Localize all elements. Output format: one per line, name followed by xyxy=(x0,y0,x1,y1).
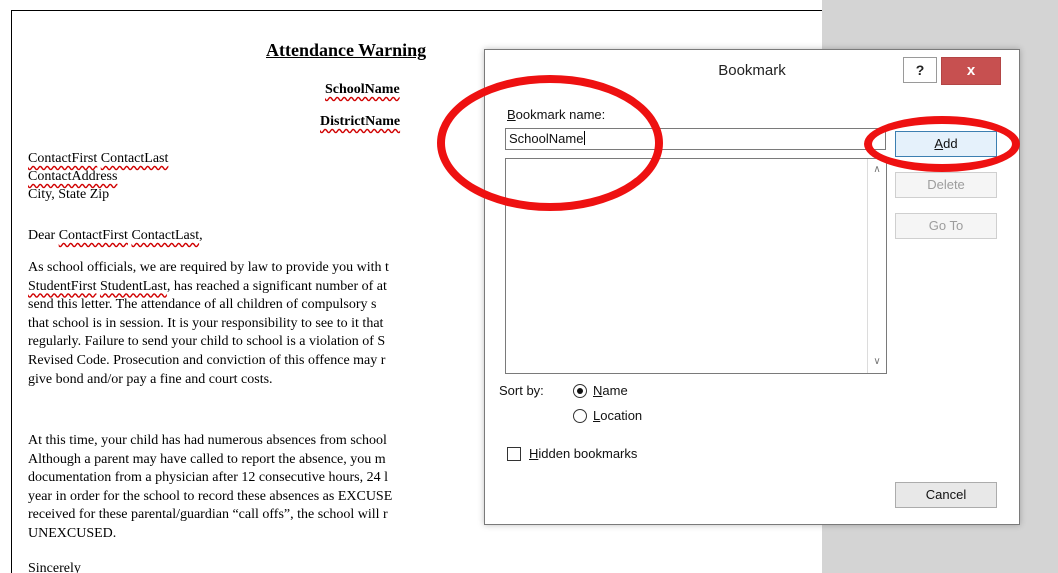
sort-by-label: Sort by: xyxy=(499,383,544,398)
document-text: send this letter. The attendance of all … xyxy=(28,297,377,313)
document-line: ContactAddress xyxy=(28,168,117,186)
document-line: received for these parental/guardian “ca… xyxy=(28,506,388,524)
document-text: Revised Code. Prosecution and conviction… xyxy=(28,353,386,368)
scroll-down-icon[interactable]: ∨ xyxy=(868,353,886,371)
help-button[interactable]: ? xyxy=(903,57,937,83)
document-text: Although a parent may have called to rep… xyxy=(28,451,386,467)
annotation-ellipse-name xyxy=(437,75,663,211)
document-line: City, State Zip xyxy=(28,186,109,204)
document-line: ContactFirst ContactLast xyxy=(28,150,168,168)
document-line: As school officials, we are required by … xyxy=(28,259,389,277)
merge-field-text: ContactFirst xyxy=(28,151,98,166)
document-line: Revised Code. Prosecution and conviction… xyxy=(28,352,385,370)
merge-field-text: ContactFirst xyxy=(58,228,128,243)
document-text: At this time, your child has had numerou… xyxy=(28,433,387,448)
document-text: regularly. Failure to send your child to… xyxy=(28,334,386,350)
document-line: give bond and/or pay a fine and court co… xyxy=(28,371,273,389)
document-line: documentation from a physician after 12 … xyxy=(28,469,388,487)
go-to-button[interactable]: Go To xyxy=(895,213,997,239)
document-text: Dear xyxy=(28,228,59,243)
document-text: , xyxy=(199,228,203,243)
document-text: give bond and/or pay a fine and court co… xyxy=(28,371,273,387)
delete-button[interactable]: Delete xyxy=(895,172,997,198)
document-line: Dear ContactFirst ContactLast, xyxy=(28,227,203,245)
document-line: send this letter. The attendance of all … xyxy=(28,296,376,314)
document-line: Although a parent may have called to rep… xyxy=(28,451,386,469)
scroll-up-icon[interactable]: ∧ xyxy=(868,161,886,179)
sort-location-radio[interactable] xyxy=(573,409,587,423)
document-line: year in order for the school to record t… xyxy=(28,488,392,506)
sort-name-label[interactable]: Name xyxy=(593,383,628,398)
cancel-button[interactable]: Cancel xyxy=(895,482,997,508)
document-text: documentation from a physician after 12 … xyxy=(28,470,389,486)
merge-field-text: ContactLast xyxy=(131,228,200,243)
document-text: received for these parental/guardian “ca… xyxy=(28,507,388,523)
merge-field-text: ContactAddress xyxy=(28,169,118,184)
document-line: UNEXCUSED. xyxy=(28,525,116,543)
annotation-ellipse-add xyxy=(864,116,1020,172)
document-text: As school officials, we are required by … xyxy=(28,260,389,275)
document-title: Attendance Warning xyxy=(266,40,427,60)
document-text: that school is in session. It is your re… xyxy=(28,315,384,331)
document-line: that school is in session. It is your re… xyxy=(28,315,383,333)
merge-field-text: StudentLast xyxy=(99,278,167,294)
bookmark-list-scrollbar[interactable]: ∧ ∨ xyxy=(867,159,886,373)
document-text: , has reached a significant number of at xyxy=(166,278,387,294)
sort-location-label[interactable]: Location xyxy=(593,408,642,423)
page-edge-top xyxy=(11,10,822,11)
hidden-bookmarks-checkbox[interactable] xyxy=(507,447,521,461)
document-line: regularly. Failure to send your child to… xyxy=(28,333,385,351)
merge-field-text: ContactLast xyxy=(100,151,169,166)
document-text: UNEXCUSED. xyxy=(28,526,117,541)
closing-line: Sincerely xyxy=(28,561,81,573)
document-line: At this time, your child has had numerou… xyxy=(28,432,387,450)
district-name-field[interactable]: DistrictName xyxy=(320,114,400,130)
document-text: year in order for the school to record t… xyxy=(28,488,393,504)
close-button[interactable]: x xyxy=(941,57,1001,85)
radio-selected-dot xyxy=(577,388,583,394)
hidden-bookmarks-label[interactable]: Hidden bookmarks xyxy=(529,446,637,461)
school-name-field[interactable]: SchoolName xyxy=(325,82,400,98)
sort-name-radio[interactable] xyxy=(573,384,587,398)
document-text: City, State Zip xyxy=(28,187,110,202)
merge-field-text: StudentFirst xyxy=(28,278,97,294)
document-line: StudentFirst StudentLast, has reached a … xyxy=(28,278,387,296)
page-edge-left xyxy=(11,10,12,573)
